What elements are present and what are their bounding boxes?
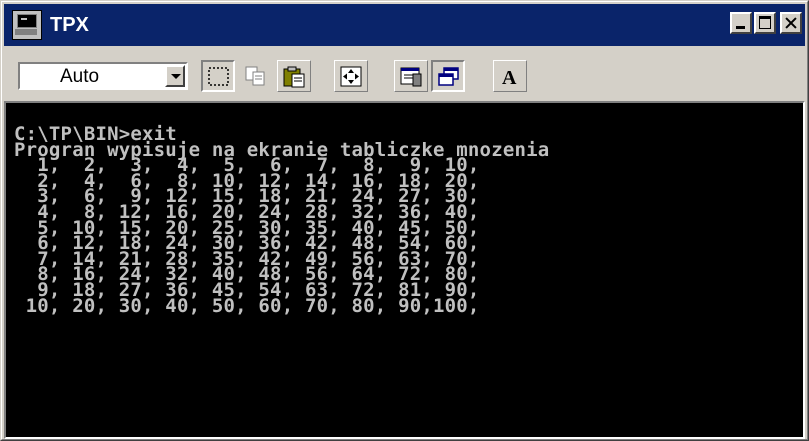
title-bar[interactable]: TPX xyxy=(4,4,805,46)
background-icon xyxy=(438,67,459,86)
copy-button[interactable] xyxy=(240,60,274,92)
font-size-select[interactable]: Auto xyxy=(18,62,188,90)
app-icon[interactable] xyxy=(12,10,42,40)
font-size-value: Auto xyxy=(60,66,100,87)
font-icon: A xyxy=(502,67,517,89)
window-title: TPX xyxy=(50,13,89,36)
window-controls xyxy=(730,12,802,34)
chevron-down-icon[interactable] xyxy=(165,65,185,87)
maximize-button[interactable] xyxy=(754,12,776,34)
console-line: 10, 20, 30, 40, 50, 60, 70, 80, 90,100, xyxy=(14,294,480,317)
fullscreen-icon xyxy=(340,66,362,87)
tpx-window: TPX Auto A C:\TP\BIN>exit Progran wypisu… xyxy=(0,0,809,441)
properties-icon xyxy=(400,67,422,87)
fullscreen-button[interactable] xyxy=(334,60,368,92)
properties-button[interactable] xyxy=(394,60,428,92)
close-button[interactable] xyxy=(780,12,802,34)
mark-button[interactable] xyxy=(201,60,235,92)
minimize-button[interactable] xyxy=(730,12,752,34)
console-text: C:\TP\BIN>exit Progran wypisuje na ekran… xyxy=(14,125,549,317)
toolbar: Auto A xyxy=(4,48,805,100)
console-output[interactable]: C:\TP\BIN>exit Progran wypisuje na ekran… xyxy=(4,101,805,439)
copy-icon xyxy=(245,66,265,86)
paste-icon xyxy=(283,66,305,88)
background-button[interactable] xyxy=(431,60,465,92)
paste-button[interactable] xyxy=(277,60,311,92)
mark-icon xyxy=(208,67,229,86)
font-button[interactable]: A xyxy=(493,60,527,92)
font-glyph: A xyxy=(502,67,517,89)
